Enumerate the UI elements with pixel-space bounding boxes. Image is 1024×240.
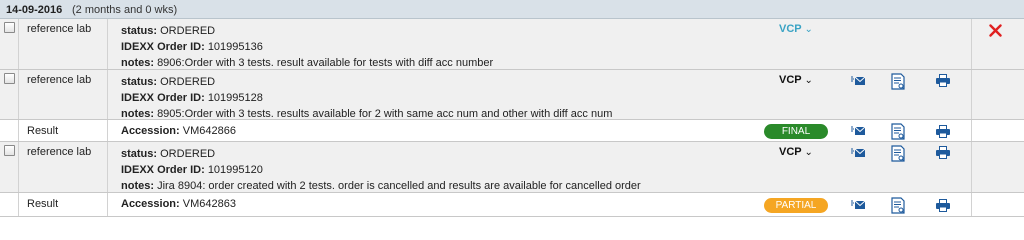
result-label: Result <box>27 125 58 137</box>
order-id-label: IDEXX Order ID: <box>121 41 205 53</box>
email-icon[interactable] <box>851 148 865 158</box>
status-value: ORDERED <box>160 25 215 37</box>
email-icon[interactable] <box>851 76 865 86</box>
vcp-dropdown[interactable]: VCP ⌄ <box>779 74 813 86</box>
status-label: status: <box>121 76 157 88</box>
notes-label: notes: <box>121 180 154 192</box>
order-row: reference lab status: ORDERED IDEXX Orde… <box>0 142 1024 193</box>
status-value: ORDERED <box>160 76 215 88</box>
status-badge: FINAL <box>764 124 828 139</box>
notes-value: 8906:Order with 3 tests. result availabl… <box>157 57 493 69</box>
notes-label: notes: <box>121 57 154 69</box>
order-select-checkbox[interactable] <box>4 73 15 84</box>
vcp-dropdown[interactable]: VCP ⌄ <box>779 23 813 35</box>
order-row: reference lab status: ORDERED IDEXX Orde… <box>0 19 1024 70</box>
order-id-label: IDEXX Order ID: <box>121 164 205 176</box>
delete-icon[interactable] <box>989 24 1002 37</box>
result-label: Result <box>27 198 58 210</box>
order-source: reference lab <box>27 23 91 35</box>
status-label: status: <box>121 148 157 160</box>
print-icon[interactable] <box>936 74 950 87</box>
order-details: status: ORDERED IDEXX Order ID: 10199512… <box>121 146 641 194</box>
chevron-down-icon: ⌄ <box>804 75 812 86</box>
print-icon[interactable] <box>936 125 950 138</box>
result-row: Result Accession: VM642866 FINAL <box>0 120 1024 142</box>
accession-label: Accession: <box>121 198 180 210</box>
order-id-label: IDEXX Order ID: <box>121 92 205 104</box>
document-view-icon[interactable] <box>891 145 905 162</box>
order-source: reference lab <box>27 146 91 158</box>
email-icon[interactable] <box>851 126 865 136</box>
result-row: Result Accession: VM642863 PARTIAL <box>0 193 1024 217</box>
document-view-icon[interactable] <box>891 197 905 214</box>
status-badge: PARTIAL <box>764 198 828 213</box>
notes-value: Jira 8904: order created with 2 tests. o… <box>157 180 641 192</box>
order-select-checkbox[interactable] <box>4 145 15 156</box>
accession-value: VM642866 <box>183 125 236 137</box>
date-group-header: 14-09-2016 (2 months and 0 wks) <box>0 0 1024 19</box>
order-id-value: 101995128 <box>208 92 263 104</box>
status-value: ORDERED <box>160 148 215 160</box>
order-details: status: ORDERED IDEXX Order ID: 10199512… <box>121 74 612 122</box>
vcp-label: VCP <box>779 146 801 158</box>
accession-value: VM642863 <box>183 198 236 210</box>
accession-info: Accession: VM642866 <box>121 125 236 137</box>
order-details: status: ORDERED IDEXX Order ID: 10199513… <box>121 23 493 71</box>
order-row: reference lab status: ORDERED IDEXX Orde… <box>0 70 1024 120</box>
date-label: 14-09-2016 <box>6 4 62 16</box>
email-icon[interactable] <box>851 200 865 210</box>
notes-label: notes: <box>121 108 154 120</box>
document-view-icon[interactable] <box>891 73 905 90</box>
print-icon[interactable] <box>936 199 950 212</box>
notes-value: 8905:Order with 3 tests. results availab… <box>157 108 612 120</box>
chevron-down-icon: ⌄ <box>804 147 812 158</box>
date-span-label: (2 months and 0 wks) <box>72 4 177 16</box>
vcp-dropdown[interactable]: VCP ⌄ <box>779 146 813 158</box>
status-label: status: <box>121 25 157 37</box>
vcp-label: VCP <box>779 74 801 86</box>
document-view-icon[interactable] <box>891 123 905 140</box>
accession-info: Accession: VM642863 <box>121 198 236 210</box>
order-source: reference lab <box>27 74 91 86</box>
accession-label: Accession: <box>121 125 180 137</box>
vcp-label: VCP <box>779 23 801 35</box>
order-select-checkbox[interactable] <box>4 22 15 33</box>
order-id-value: 101995136 <box>208 41 263 53</box>
print-icon[interactable] <box>936 146 950 159</box>
order-id-value: 101995120 <box>208 164 263 176</box>
chevron-down-icon: ⌄ <box>804 24 812 35</box>
